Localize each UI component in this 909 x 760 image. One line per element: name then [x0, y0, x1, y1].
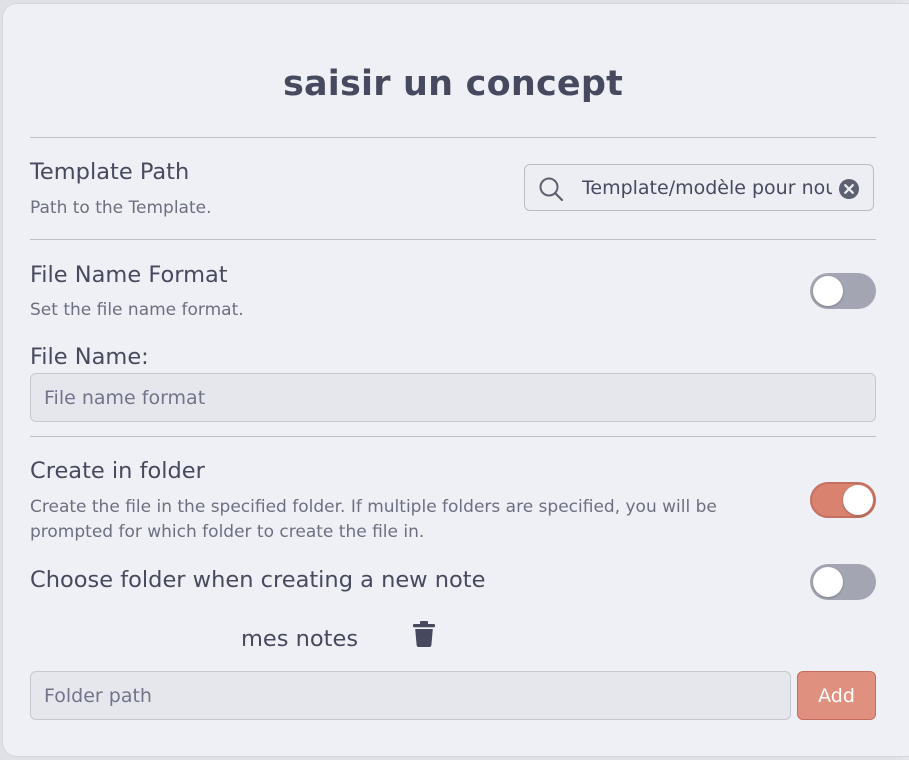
- create-in-folder-description-line1: Create the file in the specified folder.…: [30, 497, 717, 517]
- file-name-format-label: File Name Format: [30, 262, 228, 288]
- choose-folder-label: Choose folder when creating a new note: [30, 567, 486, 593]
- create-in-folder-toggle[interactable]: [810, 482, 876, 518]
- clear-circle-icon[interactable]: [839, 179, 859, 199]
- file-name-format-description: Set the file name format.: [30, 300, 244, 320]
- modal-title: saisir un concept: [282, 64, 624, 104]
- file-name-format-input[interactable]: [30, 373, 876, 422]
- template-path-search: [524, 164, 874, 211]
- divider: [30, 137, 876, 138]
- divider: [30, 436, 876, 437]
- template-path-input[interactable]: [582, 171, 832, 205]
- file-name-label: File Name:: [30, 344, 149, 370]
- toggle-knob: [813, 567, 843, 597]
- trash-icon[interactable]: [413, 621, 435, 647]
- toggle-knob: [813, 276, 843, 306]
- create-in-folder-description-line2: prompted for which folder to create the …: [30, 522, 425, 542]
- create-in-folder-label: Create in folder: [30, 458, 205, 484]
- search-icon: [539, 177, 564, 202]
- choice-settings-modal: saisir un concept Template Path Path to …: [3, 4, 909, 756]
- choose-folder-toggle[interactable]: [810, 564, 876, 600]
- template-path-label: Template Path: [30, 159, 190, 185]
- toggle-knob: [843, 485, 873, 515]
- template-path-description: Path to the Template.: [30, 198, 212, 218]
- divider: [30, 239, 876, 240]
- file-name-format-toggle[interactable]: [810, 273, 876, 309]
- add-folder-button[interactable]: Add: [797, 671, 876, 720]
- folder-path-input[interactable]: [30, 671, 791, 720]
- folder-item-name: mes notes: [241, 626, 359, 652]
